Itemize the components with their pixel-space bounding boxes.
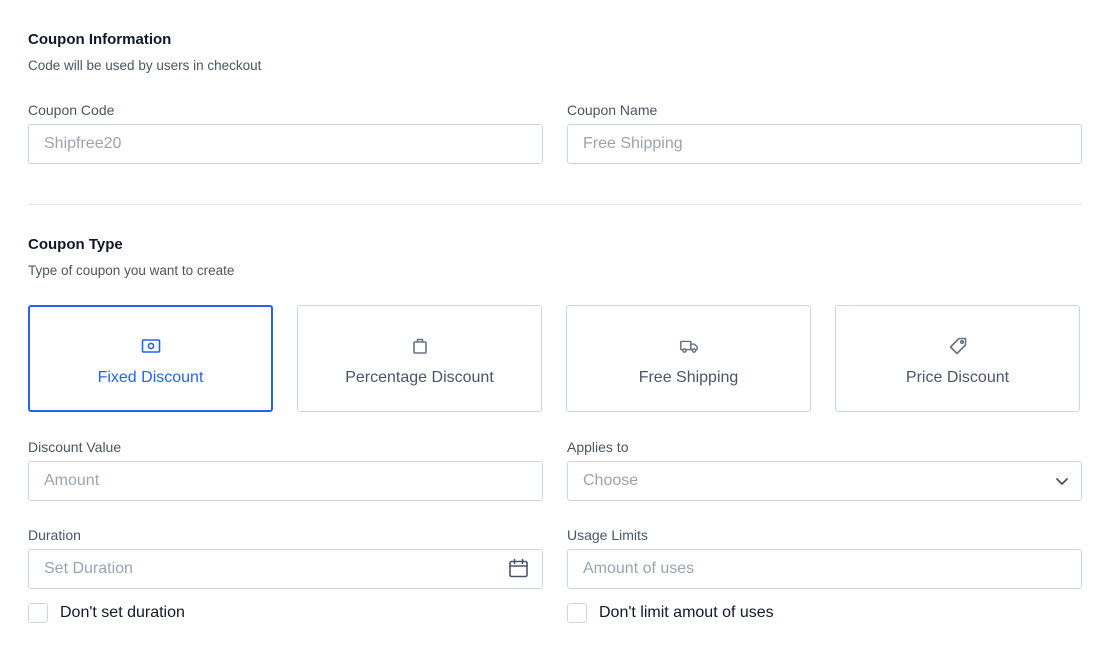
coupon-type-label: Free Shipping	[638, 369, 739, 386]
coupon-type-label: Fixed Discount	[97, 369, 204, 386]
coupon-info-subtitle: Code will be used by users in checkout	[28, 58, 262, 73]
applies-to-select[interactable]: Choose	[567, 461, 1082, 501]
no-duration-checkbox[interactable]	[28, 603, 48, 623]
coupon-type-free-shipping[interactable]: Free Shipping	[566, 305, 811, 412]
coupon-code-input[interactable]	[28, 124, 543, 164]
cash-icon	[141, 336, 161, 356]
no-usage-limit-option[interactable]: Don't limit amout of uses	[567, 603, 774, 623]
bag-icon	[410, 336, 430, 356]
discount-value-input[interactable]	[28, 461, 543, 501]
duration-label: Duration	[28, 527, 81, 543]
coupon-type-label: Percentage Discount	[345, 369, 494, 386]
no-duration-option[interactable]: Don't set duration	[28, 603, 185, 623]
coupon-type-subtitle: Type of coupon you want to create	[28, 263, 235, 278]
coupon-code-label: Coupon Code	[28, 102, 115, 118]
truck-icon	[679, 336, 699, 356]
coupon-type-label: Price Discount	[905, 369, 1010, 386]
chevron-down-icon	[1055, 474, 1069, 493]
duration-input[interactable]	[28, 549, 543, 589]
usage-limits-input[interactable]	[567, 549, 1082, 589]
coupon-info-title: Coupon Information	[28, 31, 172, 48]
coupon-name-label: Coupon Name	[567, 102, 658, 118]
coupon-type-price-discount[interactable]: Price Discount	[835, 305, 1080, 412]
coupon-type-percentage-discount[interactable]: Percentage Discount	[297, 305, 542, 412]
calendar-icon[interactable]	[508, 558, 529, 584]
coupon-name-input[interactable]	[567, 124, 1082, 164]
applies-to-value: Choose	[583, 472, 639, 489]
section-divider	[28, 204, 1082, 205]
no-duration-label: Don't set duration	[60, 604, 185, 621]
applies-to-label: Applies to	[567, 439, 629, 455]
discount-value-label: Discount Value	[28, 439, 122, 455]
coupon-type-title: Coupon Type	[28, 236, 123, 253]
usage-limits-label: Usage Limits	[567, 527, 648, 543]
tag-icon	[948, 336, 968, 356]
no-usage-limit-checkbox[interactable]	[567, 603, 587, 623]
coupon-type-fixed-discount[interactable]: Fixed Discount	[28, 305, 273, 412]
no-usage-limit-label: Don't limit amout of uses	[599, 604, 774, 621]
